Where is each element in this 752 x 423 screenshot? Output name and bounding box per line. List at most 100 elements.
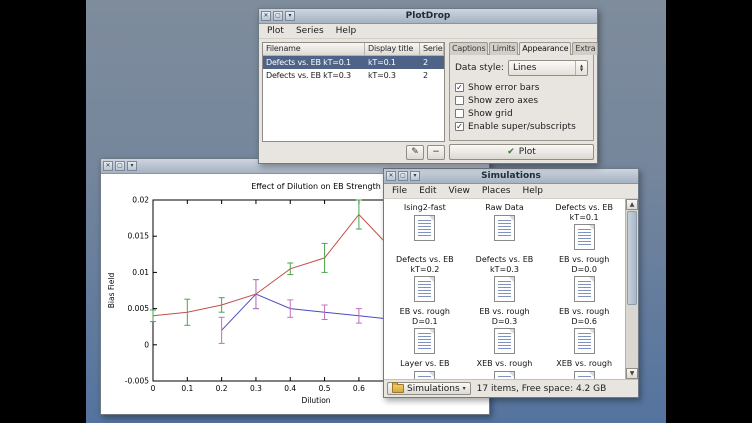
checkbox-row-show-error-bars[interactable]: ✓Show error bars [455,82,588,93]
menu-plot[interactable]: Plot [261,25,290,38]
file-item-defects-vs-eb-kt-0-2[interactable]: Defects vs. EB kT=0.2 [385,253,465,305]
location-label: Simulations [407,384,460,394]
file-item-raw-data[interactable]: Raw Data [465,201,545,253]
text-file-icon [574,276,595,302]
window-controls: ✕▢▾ [386,171,420,181]
tab-captions[interactable]: Captions [449,42,488,55]
data-style-select[interactable]: Lines ▲ ▼ [508,60,588,76]
checkbox-label: Enable super/subscripts [468,122,576,132]
checkbox[interactable]: ✓ [455,122,464,131]
file-label: XEB vs. rough [556,359,612,369]
svg-text:0.1: 0.1 [181,384,193,393]
maximize-button[interactable]: ▢ [398,171,408,181]
table-row[interactable]: Defects vs. EB kT=0.1kT=0.12 [263,56,444,69]
checkbox[interactable]: ✓ [455,83,464,92]
file-manager-window: ✕▢▾ Simulations FileEditViewPlacesHelp I… [383,168,639,398]
column-header-display-title[interactable]: Display title [365,43,420,56]
menu-file[interactable]: File [386,185,413,198]
file-item-eb-vs-rough-d-0-0[interactable]: EB vs. rough D=0.0 [544,253,624,305]
checkbox-label: Show grid [468,109,513,119]
svg-text:Effect of Dilution on EB Stren: Effect of Dilution on EB Strength [251,182,381,191]
remove-button[interactable]: − [427,145,445,160]
combo-arrows-icon: ▲ ▼ [575,61,587,75]
file-item-xeb-vs-rough[interactable]: XEB vs. rough [465,357,545,379]
plotdrop-titlebar[interactable]: ✕▢▾ PlotDrop [259,9,597,24]
scrollbar[interactable]: ▲ ▼ [625,199,638,379]
tab-bar: CaptionsLimitsAppearanceExtra [449,42,594,55]
scrollbar-track[interactable] [626,306,638,368]
menu-help[interactable]: Help [516,185,549,198]
table-row[interactable]: Defects vs. EB kT=0.3kT=0.32 [263,69,444,82]
scrollbar-thumb[interactable] [627,211,637,305]
menu-series[interactable]: Series [290,25,330,38]
file-item-defects-vs-eb-kt-0-1[interactable]: Defects vs. EB kT=0.1 [544,201,624,253]
file-label: Layer vs. EB [400,359,449,369]
file-item-eb-vs-rough-d-0-6[interactable]: EB vs. rough D=0.6 [544,305,624,357]
file-item-defects-vs-eb-kt-0-3[interactable]: Defects vs. EB kT=0.3 [465,253,545,305]
minimize-button[interactable]: ▾ [410,171,420,181]
plot-button[interactable]: ✔ Plot [449,144,594,160]
edit-button[interactable]: ✎ [406,145,424,160]
file-label: Defects vs. EB kT=0.1 [547,203,621,222]
svg-text:0.6: 0.6 [353,384,365,393]
text-file-icon [494,371,515,380]
scroll-down-icon[interactable]: ▼ [626,368,638,379]
window-controls: ✕▢▾ [103,161,137,171]
menu-places[interactable]: Places [476,185,517,198]
text-file-icon [494,215,515,241]
close-button[interactable]: ✕ [386,171,396,181]
close-button[interactable]: ✕ [103,161,113,171]
status-text: 17 items, Free space: 4.2 GB [477,384,607,394]
svg-text:0: 0 [144,340,149,349]
location-button[interactable]: Simulations ▾ [387,382,471,395]
maximize-button[interactable]: ▢ [273,11,283,21]
table-cell: 2 [420,56,444,69]
checkbox[interactable] [455,109,464,118]
svg-text:0.02: 0.02 [132,196,149,205]
close-button[interactable]: ✕ [261,11,271,21]
data-style-label: Data style: [455,63,504,73]
appearance-panel: Data style: Lines ▲ ▼ ✓Show error bars Sh… [449,54,594,141]
data-style-row: Data style: Lines ▲ ▼ [455,60,588,76]
tab-appearance[interactable]: Appearance [519,42,571,55]
checkbox-row-show-zero-axes[interactable]: Show zero axes [455,95,588,106]
options-pane: CaptionsLimitsAppearanceExtra Data style… [449,42,594,160]
file-list-pane: FilenameDisplay titleSeriesDefects vs. E… [262,42,445,160]
file-item-layer-vs-eb[interactable]: Layer vs. EB [385,357,465,379]
menu-edit[interactable]: Edit [413,185,442,198]
check-icon: ✔ [507,148,515,157]
plotdrop-body: FilenameDisplay titleSeriesDefects vs. E… [259,39,597,163]
checkbox[interactable] [455,96,464,105]
fm-content: Ising2-fast Raw DataDefects vs. EB kT=0.1… [384,199,638,379]
fm-menubar: FileEditViewPlacesHelp [384,184,638,199]
file-item-eb-vs-rough-d-0-3[interactable]: EB vs. rough D=0.3 [465,305,545,357]
tab-limits[interactable]: Limits [489,42,518,55]
table-buttons: ✎ − [262,145,445,160]
file-label: Ising2-fast [404,203,446,213]
column-header-filename[interactable]: Filename [263,43,365,56]
scroll-up-icon[interactable]: ▲ [626,199,638,210]
minimize-button[interactable]: ▾ [127,161,137,171]
menu-view[interactable]: View [443,185,476,198]
file-label: Defects vs. EB kT=0.3 [467,255,541,274]
file-item-eb-vs-rough-d-0-1[interactable]: EB vs. rough D=0.1 [385,305,465,357]
column-header-series[interactable]: Series [420,43,444,56]
file-item-ising2-fast[interactable]: Ising2-fast [385,201,465,253]
file-label: EB vs. rough D=0.6 [547,307,621,326]
tab-extra[interactable]: Extra [572,42,598,55]
svg-text:0: 0 [151,384,156,393]
file-manager-titlebar[interactable]: ✕▢▾ Simulations [384,169,638,184]
svg-text:-0.005: -0.005 [125,377,149,386]
folder-icon [392,384,404,393]
text-file-icon [494,328,515,354]
maximize-button[interactable]: ▢ [115,161,125,171]
checkbox-row-enable-super-subscripts[interactable]: ✓ Enable super/subscripts [455,121,588,132]
menu-help[interactable]: Help [330,25,363,38]
checkbox-row-show-grid[interactable]: Show grid [455,108,588,119]
plotdrop-window: ✕▢▾ PlotDrop PlotSeriesHelp FilenameDisp… [258,8,598,164]
table-cell: Defects vs. EB kT=0.1 [263,56,365,69]
minimize-button[interactable]: ▾ [285,11,295,21]
file-item-xeb-vs-rough[interactable]: XEB vs. rough [544,357,624,379]
svg-text:Dilution: Dilution [301,396,330,405]
minus-icon: − [432,147,440,157]
